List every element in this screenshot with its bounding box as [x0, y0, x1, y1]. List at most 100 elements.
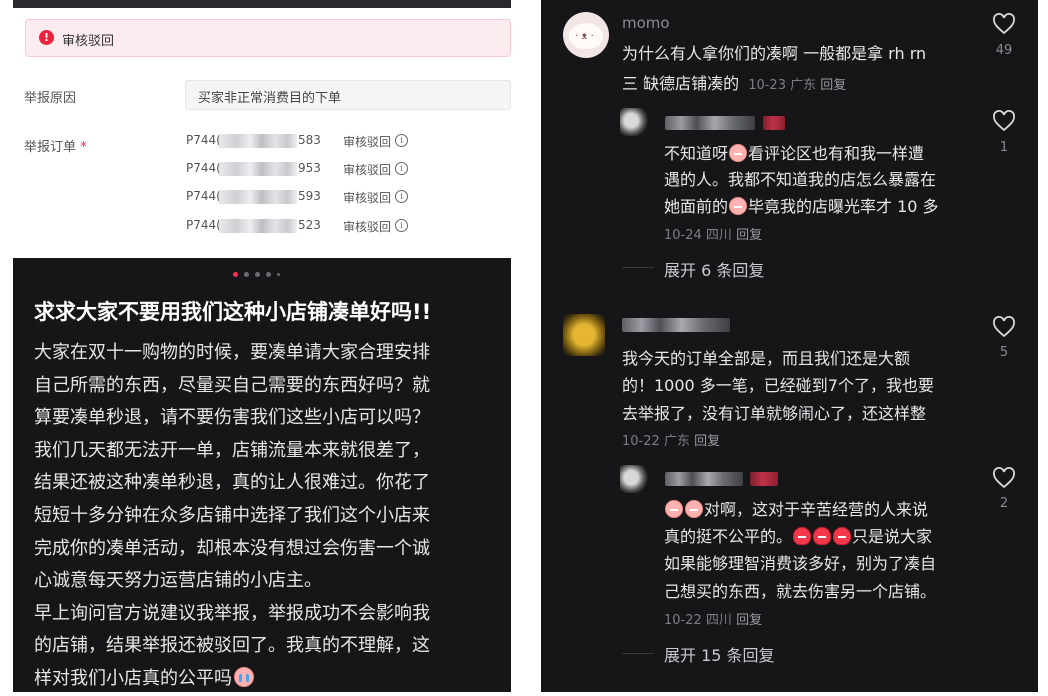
order-id-suffix: 583: [298, 133, 321, 147]
red-face-emoji-icon: [833, 527, 852, 545]
expand-divider: [622, 267, 654, 268]
heart-icon[interactable]: [992, 13, 1016, 35]
carousel-dot[interactable]: [244, 272, 249, 277]
post-line: 的店铺，结果举报还被驳回了。我真的不理解，这: [34, 635, 430, 657]
order-id-prefix: P744(: [186, 161, 221, 175]
post-line: 早上询问官方说建议我举报，举报成功不会影响我: [34, 602, 430, 624]
comment-line: 的！1000 多一笔，已经碰到7个了，我也要: [622, 376, 934, 395]
order-id-suffix: 593: [298, 189, 321, 203]
order-id-mosaic: [219, 134, 297, 148]
order-id-mosaic: [219, 219, 297, 233]
carousel-dot[interactable]: [266, 272, 271, 277]
order-status: 审核驳回: [343, 220, 392, 234]
username-mosaic: [622, 318, 730, 332]
order-id-mosaic: [219, 162, 297, 176]
badge-mosaic: [750, 472, 778, 486]
reject-banner-text: 审核驳回: [62, 34, 115, 49]
reply-meta: 10-24 四川 回复: [664, 224, 762, 243]
post-line: 完成你的凑单活动，却根本没有想过会伤害一个诚: [34, 537, 430, 559]
order-id-prefix: P744(: [186, 133, 221, 147]
reply-line-text: 看评论区也有和我一样遭: [748, 144, 925, 163]
like-count: 5: [999, 345, 1009, 360]
reply-line-text: 只是说大家: [852, 527, 933, 546]
comment-location: 广东: [663, 434, 690, 449]
reply-line: 己想买的东西，就去伤害另一个店铺。: [664, 582, 937, 601]
post-line: 结果还被这种凑单秒退，真的让人很难过。你花了: [34, 472, 430, 494]
heart-icon[interactable]: [992, 110, 1016, 132]
post-line: 算要凑单秒退，请不要伤害我们这些小店可以吗？: [34, 407, 430, 429]
like-count: 2: [999, 496, 1009, 511]
post-line-last: 样对我们小店真的公平吗: [34, 663, 504, 696]
order-id-suffix: 953: [298, 161, 321, 175]
reply-button[interactable]: 回复: [736, 228, 762, 243]
comments-panel: momo 为什么有人拿你们的凑啊 一般都是拿 rh rn 三 缺德店铺凑的 10…: [541, 0, 1038, 692]
expand-replies-button[interactable]: 展开 15 条回复: [664, 642, 775, 666]
post-body: 大家在双十一购物的时候，要凑单请大家合理安排 自己所需的东西，尽量买自己需要的东…: [34, 337, 504, 696]
reply-line-text: 毕竟我的店曝光率才 10 多: [748, 197, 939, 216]
crying-emoji-icon: [665, 500, 683, 518]
reply-meta: 10-22 四川 回复: [664, 609, 762, 628]
info-icon[interactable]: i: [395, 162, 408, 175]
reply-line: 她面前的 毕竟我的店曝光率才 10 多: [664, 193, 939, 217]
comment-meta: 10-23 广东 回复: [748, 78, 846, 93]
carousel-dot-active[interactable]: [233, 272, 238, 277]
report-screenshot: ! 审核驳回 举报原因 买家非正常消费目的下单 举报订单 * P744( 583…: [13, 0, 511, 258]
like-count: 49: [995, 43, 1013, 58]
required-mark: *: [80, 140, 87, 155]
red-face-emoji-icon: [793, 527, 812, 545]
badge-mosaic: [763, 116, 785, 130]
comment-meta: 10-22 广东 回复: [622, 430, 720, 449]
avatar[interactable]: [620, 108, 648, 136]
comment-line: 为什么有人拿你们的凑啊 一般都是拿 rh rn: [622, 44, 927, 63]
reply-line-text: 不知道呀: [664, 144, 729, 163]
post-line: 短短十多分钟在众多店铺中选择了我们这个小店来: [34, 504, 430, 526]
heart-icon[interactable]: [992, 467, 1016, 489]
post-card: 求求大家不要用我们这种小店铺凑单好吗!! 大家在双十一购物的时候，要凑单请大家合…: [13, 258, 511, 692]
reject-banner: ! 审核驳回: [25, 19, 511, 57]
carousel-dot[interactable]: [277, 273, 280, 276]
crying-emoji-icon: [729, 144, 748, 162]
order-id-suffix: 523: [298, 218, 321, 232]
orders-label: 举报订单 *: [24, 136, 87, 155]
reply-line-text: 她面前的: [664, 197, 729, 216]
info-icon[interactable]: i: [395, 190, 408, 203]
reply-location: 四川: [705, 228, 732, 243]
reply-button[interactable]: 回复: [820, 78, 846, 93]
post-line: 我们几天都无法开一单，店铺流量本来就很差了，: [34, 439, 430, 461]
crying-emoji-icon: [234, 666, 254, 687]
reason-value: 买家非正常消费目的下单: [198, 91, 342, 106]
comment-line: 去举报了，没有订单就够闹心了，还这样整: [622, 404, 927, 423]
reply-location: 四川: [705, 613, 732, 628]
post-line-text: 样对我们小店真的公平吗: [34, 667, 232, 689]
info-icon[interactable]: i: [395, 219, 408, 232]
avatar[interactable]: [563, 314, 605, 356]
reply-line: 对啊，这对于辛苦经营的人来说: [664, 496, 928, 520]
heart-icon[interactable]: [992, 316, 1016, 338]
screenshot-top-bar: [13, 0, 511, 8]
username-mosaic: [665, 116, 755, 130]
reply-button[interactable]: 回复: [694, 434, 720, 449]
avatar[interactable]: [563, 12, 609, 58]
reply-line: 不知道呀 看评论区也有和我一样遭: [664, 140, 924, 164]
comment-username[interactable]: momo: [622, 14, 670, 32]
username-mosaic: [665, 472, 743, 486]
order-id-mosaic: [219, 190, 297, 204]
order-id-prefix: P744(: [186, 218, 221, 232]
reply-line: 真的挺不公平的。 只是说大家: [664, 523, 932, 547]
expand-replies-button[interactable]: 展开 6 条回复: [664, 257, 764, 281]
reason-field: 买家非正常消费目的下单: [185, 80, 511, 110]
order-id-prefix: P744(: [186, 189, 221, 203]
post-line: 心诚意每天努力运营店铺的小店主。: [34, 570, 322, 592]
info-icon[interactable]: i: [395, 134, 408, 147]
orders-label-text: 举报订单: [24, 140, 77, 155]
post-line: 大家在双十一购物的时候，要凑单请大家合理安排: [34, 342, 430, 363]
carousel-dot[interactable]: [255, 272, 260, 277]
like-count: 1: [999, 140, 1009, 155]
reply-line: 遇的人。我都不知道我的店怎么暴露在: [664, 170, 937, 189]
reply-line: 如果能够理智消费该多好，别为了凑自: [664, 554, 937, 573]
comment-line: 我今天的订单全部是，而且我们还是大额: [622, 349, 911, 368]
comment-line-text: 三 缺德店铺凑的: [622, 74, 740, 93]
avatar[interactable]: [620, 465, 648, 493]
reply-line-text: 对啊，这对于辛苦经营的人来说: [704, 500, 929, 519]
reply-button[interactable]: 回复: [736, 613, 762, 628]
